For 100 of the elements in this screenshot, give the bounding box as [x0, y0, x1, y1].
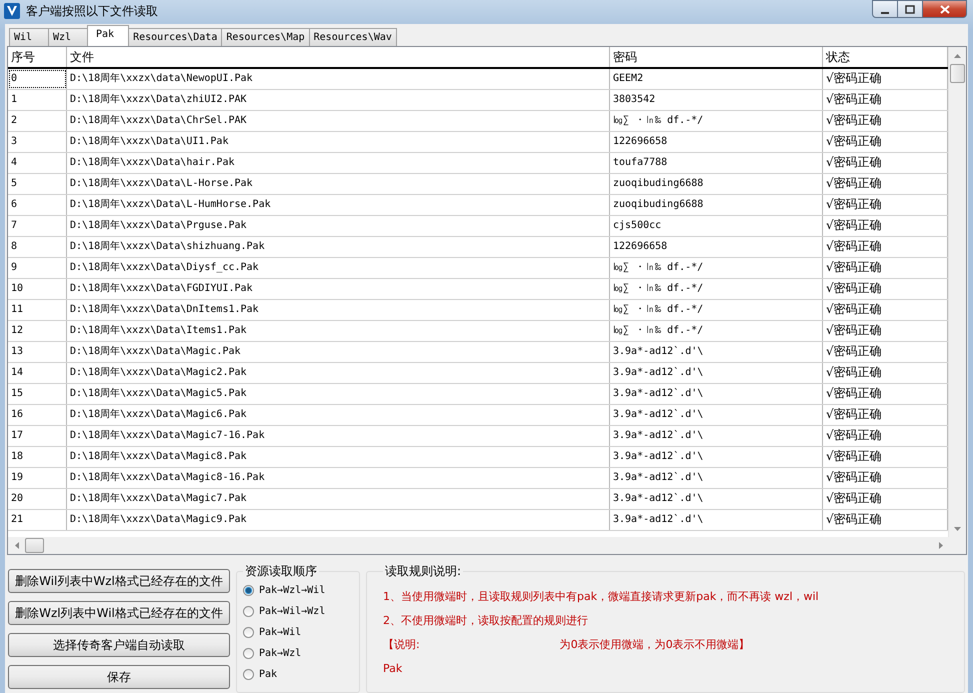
tab[interactable]: Resources\Map: [221, 28, 310, 46]
rule-text: 【说明:: [383, 636, 420, 652]
action-button[interactable]: 删除Wil列表中Wzl格式已经存在的文件: [8, 569, 230, 593]
table-cell: D:\18周年\xxzx\Data\Magic9.Pak: [67, 510, 610, 530]
down-arrow-icon: [954, 526, 961, 530]
table-cell: D:\18周年\xxzx\Data\Magic8-16.Pak: [67, 468, 610, 488]
rule-text: Pak: [383, 662, 402, 674]
scrollbar-thumb[interactable]: [950, 64, 965, 83]
radio-option[interactable]: Pak→Wil→Wzl: [243, 601, 353, 622]
radio-option[interactable]: Pak: [243, 664, 353, 685]
table-cell: 11: [8, 300, 67, 320]
table-cell: D:\18周年\xxzx\Data\Magic.Pak: [67, 342, 610, 362]
table-cell: D:\18周年\xxzx\Data\Items1.Pak: [67, 321, 610, 341]
table-cell: D:\18周年\xxzx\Data\Magic8.Pak: [67, 447, 610, 467]
table-cell: 2: [8, 111, 67, 131]
radio-button[interactable]: [243, 648, 254, 659]
minimize-icon: [881, 12, 889, 14]
minimize-button[interactable]: [872, 0, 898, 18]
tab[interactable]: Wzl: [48, 28, 88, 46]
table-cell: 3.9a*-ad12`.d'\: [610, 510, 823, 530]
right-arrow-icon: [938, 542, 942, 549]
table-cell: D:\18周年\xxzx\Data\Magic2.Pak: [67, 363, 610, 383]
table-cell: 6: [8, 195, 67, 215]
close-icon: [940, 4, 950, 14]
table-cell: GEEM2: [610, 69, 823, 89]
table-cell: 15: [8, 384, 67, 404]
table-cell: 4: [8, 153, 67, 173]
table-cell: D:\18周年\xxzx\Data\shizhuang.Pak: [67, 237, 610, 257]
table-cell: 122696658: [610, 132, 823, 152]
tab[interactable]: Resources\Wav: [308, 28, 397, 46]
table-cell: D:\18周年\xxzx\Data\hair.Pak: [67, 153, 610, 173]
table-cell: ㏒∑ ・㏑‰ df.-*/: [610, 258, 823, 278]
tab[interactable]: Pak: [87, 25, 130, 46]
action-button[interactable]: 保存: [8, 665, 230, 689]
table-cell: D:\18周年\xxzx\Data\FGDIYUI.Pak: [67, 279, 610, 299]
table-cell: D:\18周年\xxzx\Data\ChrSel.PAK: [67, 111, 610, 131]
table-cell: toufa7788: [610, 153, 823, 173]
table-cell: 9: [8, 258, 67, 278]
table-cell: D:\18周年\xxzx\Data\DnItems1.Pak: [67, 300, 610, 320]
tab[interactable]: Resources\Data: [128, 28, 222, 46]
table-cell: D:\18周年\xxzx\Data\zhiUI2.PAK: [67, 90, 610, 110]
table-cell: 3.9a*-ad12`.d'\: [610, 384, 823, 404]
table-cell: D:\18周年\xxzx\Data\L-Horse.Pak: [67, 174, 610, 194]
table-cell: 1: [8, 90, 67, 110]
table-cell: ㏒∑ ・㏑‰ df.-*/: [610, 279, 823, 299]
app-logo-icon: [4, 3, 20, 19]
radio-button[interactable]: [243, 669, 254, 680]
radio-option[interactable]: Pak→Wzl: [243, 643, 353, 664]
table-cell: 20: [8, 489, 67, 509]
column-header[interactable]: 文件: [67, 47, 610, 67]
radio-option[interactable]: Pak→Wil: [243, 622, 353, 643]
group-title: 读取规则说明:: [384, 563, 462, 580]
table-cell: D:\18周年\xxzx\Data\Prguse.Pak: [67, 216, 610, 236]
table-cell: 13: [8, 342, 67, 362]
radio-option[interactable]: Pak→Wzl→Wil: [243, 580, 353, 601]
window-title: 客户端按照以下文件读取: [26, 2, 158, 20]
left-arrow-icon: [14, 542, 18, 549]
table-cell: 18: [8, 447, 67, 467]
table-cell: D:\18周年\xxzx\data\NewopUI.Pak: [67, 69, 610, 89]
table-cell: ㏒∑ ・㏑‰ df.-*/: [610, 300, 823, 320]
table-cell: 12: [8, 321, 67, 341]
table-cell: D:\18周年\xxzx\Data\Magic5.Pak: [67, 384, 610, 404]
column-header[interactable]: 密码: [610, 47, 823, 67]
close-button[interactable]: [923, 0, 967, 18]
table-cell: 19: [8, 468, 67, 488]
table-cell: D:\18周年\xxzx\Data\UI1.Pak: [67, 132, 610, 152]
action-button[interactable]: 选择传奇客户端自动读取: [8, 633, 230, 657]
action-button[interactable]: 删除Wzl列表中Wil格式已经存在的文件: [8, 601, 230, 625]
table-cell: 10: [8, 279, 67, 299]
table-cell: 3.9a*-ad12`.d'\: [610, 447, 823, 467]
radio-button[interactable]: [243, 585, 254, 596]
table-cell: 14: [8, 363, 67, 383]
table-cell: 3803542: [610, 90, 823, 110]
table-cell: zuoqibuding6688: [610, 174, 823, 194]
table-cell: D:\18周年\xxzx\Data\Magic6.Pak: [67, 405, 610, 425]
table-cell: 3.9a*-ad12`.d'\: [610, 426, 823, 446]
table-cell: 122696658: [610, 237, 823, 257]
table-cell: 5: [8, 174, 67, 194]
radio-button[interactable]: [243, 627, 254, 638]
table-cell: ㏒∑ ・㏑‰ df.-*/: [610, 321, 823, 341]
table-cell: cjs500cc: [610, 216, 823, 236]
maximize-button[interactable]: [898, 0, 923, 18]
table-cell: 3: [8, 132, 67, 152]
radio-button[interactable]: [243, 606, 254, 617]
table-cell: D:\18周年\xxzx\Data\L-HumHorse.Pak: [67, 195, 610, 215]
rule-text: 1、当使用微端时，且读取规则列表中有pak，微端直接请求更新pak，而不再读 wzl，wil: [383, 588, 819, 604]
table-cell: D:\18周年\xxzx\Data\Diysf_cc.Pak: [67, 258, 610, 278]
group-title: 资源读取顺序: [244, 563, 318, 580]
table-cell: 3.9a*-ad12`.d'\: [610, 405, 823, 425]
table-cell: 21: [8, 510, 67, 530]
table-cell: 3.9a*-ad12`.d'\: [610, 363, 823, 383]
table-cell: 17: [8, 426, 67, 446]
scrollbar-thumb[interactable]: [25, 538, 44, 553]
table-cell: 8: [8, 237, 67, 257]
up-arrow-icon: [954, 54, 961, 58]
table-cell: zuoqibuding6688: [610, 195, 823, 215]
column-header[interactable]: 序号: [8, 47, 67, 67]
maximize-icon: [905, 4, 915, 14]
table-cell: ㏒∑ ・㏑‰ df.-*/: [610, 111, 823, 131]
tab[interactable]: Wil: [9, 28, 49, 46]
